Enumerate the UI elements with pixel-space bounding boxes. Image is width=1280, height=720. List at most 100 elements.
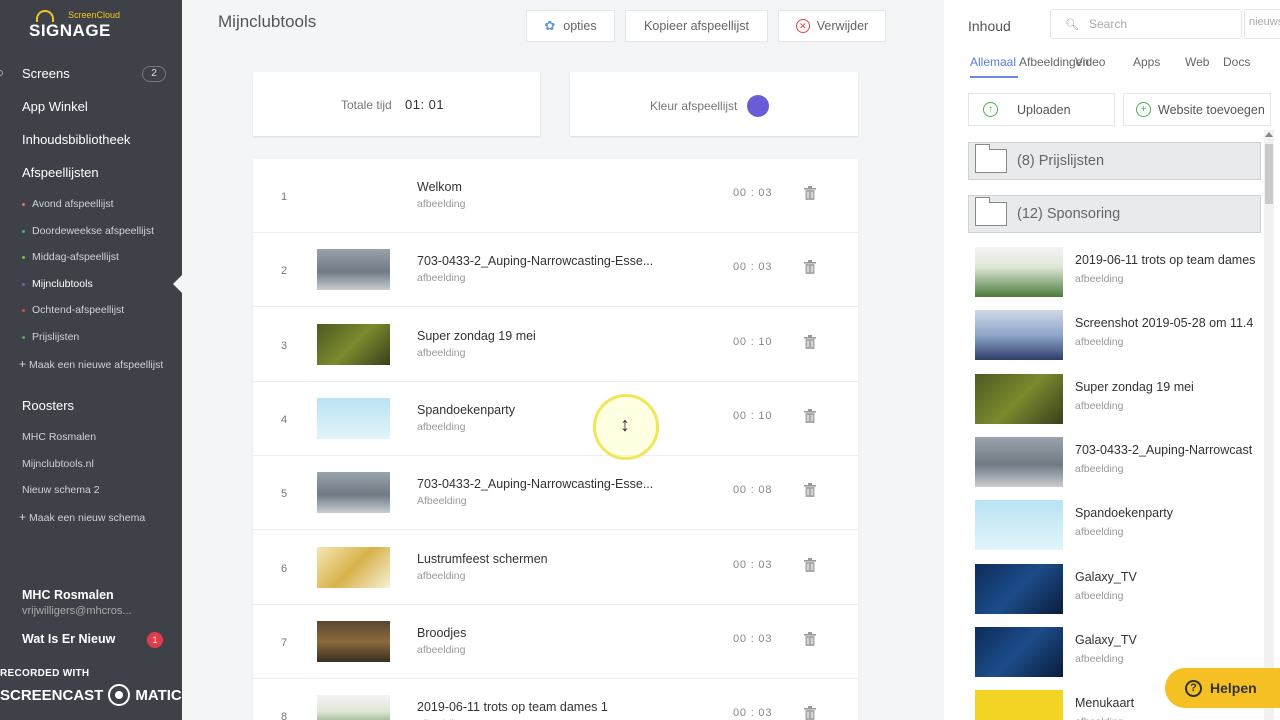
row-duration[interactable]: 00 : 03: [733, 261, 772, 273]
help-button[interactable]: ? Helpen: [1165, 668, 1280, 708]
playlist-item-active[interactable]: Mijnclubtools: [22, 278, 93, 290]
trash-icon[interactable]: [804, 631, 816, 646]
content-type: afbeelding: [1075, 399, 1124, 412]
row-number: 8: [281, 711, 288, 720]
scrollbar-thumb[interactable]: [1265, 144, 1273, 204]
row-type: afbeelding: [417, 643, 466, 656]
folder-label: (8) Prijslijsten: [1017, 153, 1105, 169]
new-schedule-label: Maak een nieuw schema: [29, 512, 146, 524]
content-item[interactable]: 703-0433-2_Auping-Narrowcast afbeelding: [975, 436, 1270, 497]
row-number: 3: [281, 339, 288, 352]
playlist-color-label: Kleur afspeellijst: [650, 99, 738, 113]
trash-icon[interactable]: [804, 334, 816, 349]
row-duration[interactable]: 00 : 03: [733, 707, 772, 719]
panel-title: Inhoud: [968, 18, 1011, 34]
content-thumbnail: [975, 690, 1063, 720]
content-item[interactable]: Spandoekenparty afbeelding: [975, 500, 1270, 560]
playlist-color-dot-icon: [22, 308, 25, 312]
screencloud-logo[interactable]: ScreenCloud SIGNAGE: [28, 8, 158, 42]
playlist-color-card[interactable]: Kleur afspeellijst: [570, 72, 858, 136]
row-number: 7: [281, 636, 288, 649]
options-button[interactable]: ✿ opties: [526, 10, 615, 42]
nav-screens[interactable]: Screens 2: [22, 66, 166, 82]
content-thumbnail: [975, 500, 1063, 551]
nav-content-library[interactable]: Inhoudsbibliotheek: [22, 132, 130, 147]
search-input[interactable]: 🔍︎ Search: [1050, 9, 1242, 39]
scroll-up-icon[interactable]: [1265, 132, 1273, 137]
playlist-row[interactable]: 5 703-0433-2_Auping-Narrowcasting-Esse...…: [253, 456, 858, 531]
total-time-value: 01: 01: [405, 97, 445, 112]
row-duration[interactable]: 00 : 10: [733, 410, 772, 422]
content-type: afbeelding: [1075, 589, 1124, 602]
new-playlist-label: Maak een nieuwe afspeellijst: [29, 359, 164, 371]
trash-icon[interactable]: [804, 706, 816, 720]
delete-button[interactable]: ✕ Verwijder: [778, 10, 886, 42]
folder-pricelists[interactable]: (8) Prijslijsten: [968, 142, 1261, 180]
content-item[interactable]: Super zondag 19 mei afbeelding: [975, 373, 1270, 434]
sort-select[interactable]: nieuwst: [1244, 9, 1280, 39]
content-item[interactable]: Galaxy_TV afbeelding: [975, 563, 1270, 624]
tab-all[interactable]: Allemaal: [970, 55, 1016, 69]
playlist-item[interactable]: Ochtend-afspeellijst: [22, 304, 124, 316]
upload-button[interactable]: ↑ Uploaden: [968, 93, 1115, 126]
content-thumbnail: [975, 310, 1063, 361]
playlist-row[interactable]: 7 Broodjes afbeelding 00 : 03: [253, 605, 858, 679]
nav-schedules[interactable]: Roosters: [22, 398, 74, 413]
schedule-item[interactable]: Mijnclubtools.nl: [22, 458, 94, 470]
nav-app-store[interactable]: App Winkel: [22, 99, 88, 114]
tab-apps[interactable]: Apps: [1133, 55, 1160, 69]
playlist-item[interactable]: Avond afspeellijst: [22, 198, 114, 210]
playlist-row[interactable]: 3 Super zondag 19 mei afbeelding 00 : 10: [253, 308, 858, 382]
row-title: Super zondag 19 mei: [417, 328, 536, 343]
playlist-color-swatch[interactable]: [747, 95, 769, 117]
trash-icon[interactable]: [804, 557, 816, 572]
playlist-item-label: Ochtend-afspeellijst: [32, 304, 125, 316]
content-thumbnail: [975, 247, 1063, 297]
row-title: Lustrumfeest schermen: [417, 551, 548, 566]
brand-small: ScreenCloud: [68, 10, 121, 20]
row-title: Broodjes: [417, 625, 467, 640]
trash-icon[interactable]: [804, 260, 816, 275]
new-playlist-link[interactable]: + Maak een nieuwe afspeellijst: [19, 357, 163, 371]
schedule-item[interactable]: MHC Rosmalen: [22, 431, 96, 443]
tab-video[interactable]: Video: [1075, 55, 1105, 69]
panel-scrollbar[interactable]: [1264, 130, 1274, 720]
total-time-card: Totale tijd 01: 01: [253, 72, 540, 136]
nav-playlists[interactable]: Afspeellijsten: [22, 165, 99, 180]
whats-new-link[interactable]: Wat Is Er Nieuw: [22, 632, 115, 646]
trash-icon[interactable]: [804, 483, 816, 498]
row-title: 2019-06-11 trots op team dames 1: [417, 700, 608, 715]
total-time-label: Totale tijd: [341, 98, 392, 112]
playlist-item[interactable]: Doordeweekse afspeellijst: [22, 225, 154, 237]
row-duration[interactable]: 00 : 03: [733, 559, 772, 571]
playlist-item[interactable]: Prijslijsten: [22, 331, 79, 343]
gear-icon: ✿: [544, 18, 556, 33]
content-item[interactable]: 2019-06-11 trots op team dames afbeelding: [975, 247, 1270, 307]
watermark-left: SCREENCAST: [0, 686, 104, 704]
schedule-item[interactable]: Nieuw schema 2: [22, 484, 100, 496]
active-caret-icon: [173, 275, 182, 293]
trash-icon[interactable]: [804, 186, 816, 200]
row-duration[interactable]: 00 : 10: [733, 336, 772, 348]
playlist-row[interactable]: 82019-06-11 trots op team dames 1afbeeld…: [253, 679, 858, 720]
tab-web[interactable]: Web: [1185, 55, 1209, 69]
tab-docs[interactable]: Docs: [1223, 55, 1250, 69]
folder-label: (12) Sponsoring: [1017, 206, 1121, 222]
folder-sponsoring[interactable]: (12) Sponsoring: [968, 195, 1261, 233]
playlist-row[interactable]: 2 703-0433-2_Auping-Narrowcasting-Esse...…: [253, 233, 858, 308]
trash-icon[interactable]: [804, 408, 816, 423]
playlist-item[interactable]: Middag-afspeellijst: [22, 251, 119, 263]
copy-playlist-button[interactable]: Kopieer afspeellijst: [625, 10, 768, 42]
content-title: 703-0433-2_Auping-Narrowcast: [1075, 442, 1253, 457]
add-website-button[interactable]: + Website toevoegen: [1123, 93, 1271, 126]
playlist-row[interactable]: 6 Lustrumfeest schermen afbeelding 00 : 03: [253, 531, 858, 605]
content-item[interactable]: Screenshot 2019-05-28 om 11.4 afbeelding: [975, 310, 1270, 370]
content-title: Galaxy_TV: [1075, 632, 1137, 647]
playlist-row[interactable]: 4 Spandoekenparty afbeelding 00 : 10: [253, 382, 858, 456]
account-name[interactable]: MHC Rosmalen: [22, 588, 114, 602]
row-duration[interactable]: 00 : 03: [733, 187, 772, 199]
new-schedule-link[interactable]: + Maak een nieuw schema: [19, 510, 145, 524]
row-duration[interactable]: 00 : 08: [733, 484, 772, 496]
row-duration[interactable]: 00 : 03: [733, 633, 772, 645]
playlist-row[interactable]: 1 Welkom afbeelding 00 : 03: [253, 159, 858, 233]
